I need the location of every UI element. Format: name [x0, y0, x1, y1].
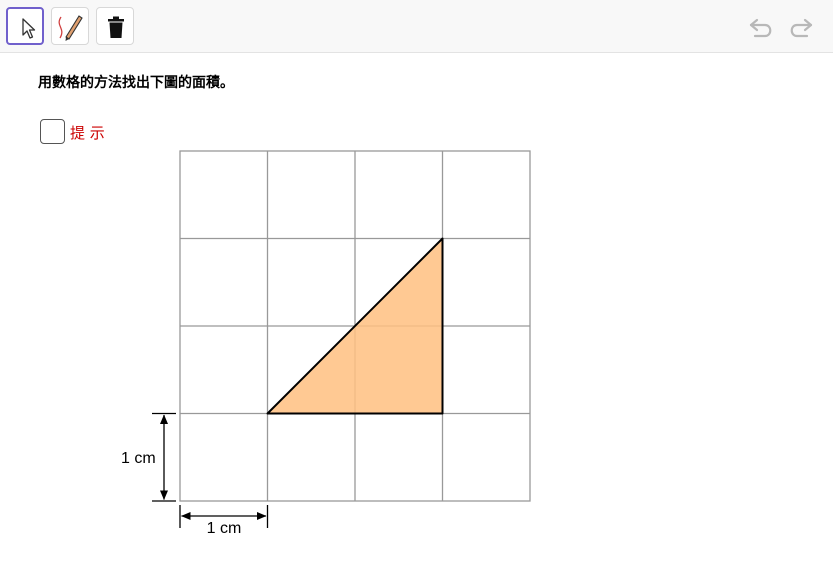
vertical-dimension-label: 1 cm — [121, 450, 156, 467]
geometry-figure: 1 cm 1 cm — [121, 150, 531, 537]
horizontal-dimension-label: 1 cm — [207, 520, 242, 537]
